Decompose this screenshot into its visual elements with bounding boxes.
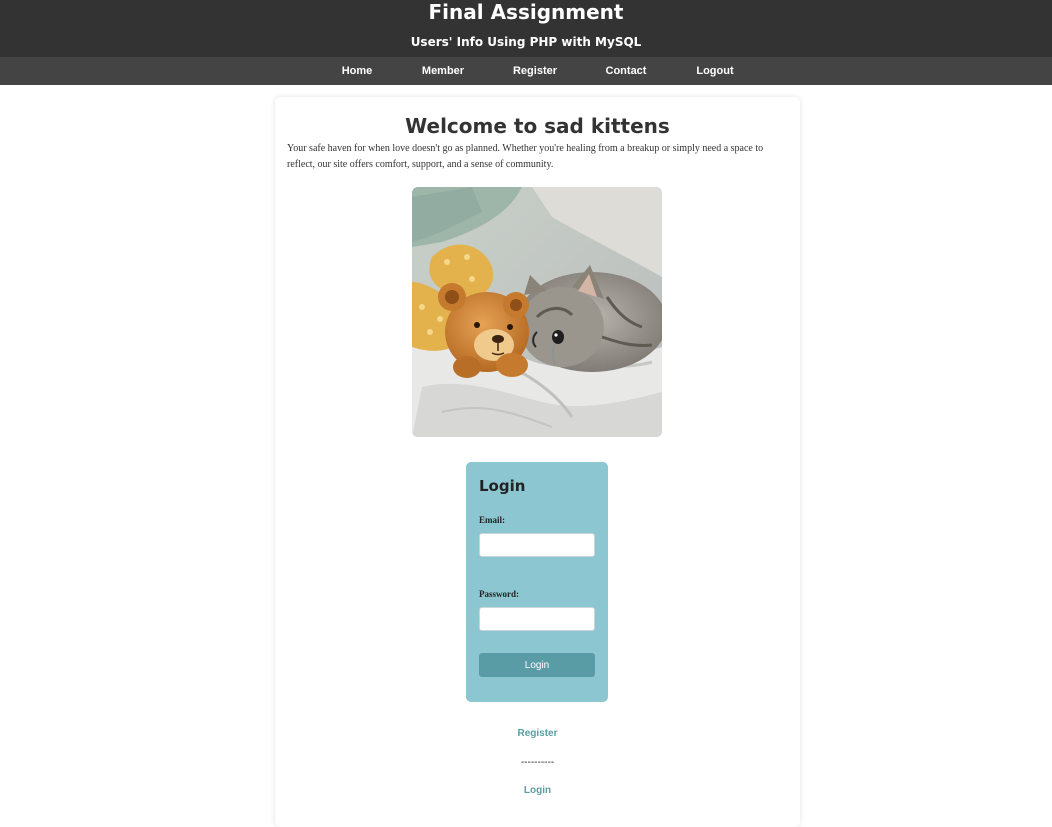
- site-header: Final Assignment Users' Info Using PHP w…: [0, 0, 1052, 57]
- sad-kitten-image: [412, 187, 662, 437]
- password-label: Password:: [479, 589, 519, 599]
- intro-text: Your safe haven for when love doesn't go…: [287, 143, 764, 170]
- email-field[interactable]: [479, 533, 595, 557]
- nav-contact-link[interactable]: Contact: [606, 57, 647, 85]
- nav-logout-link[interactable]: Logout: [696, 57, 733, 85]
- site-subtitle: Users' Info Using PHP with MySQL: [410, 35, 642, 49]
- link-divider: ----------: [520, 757, 555, 768]
- login-form: Login Email: Password: Login: [466, 462, 608, 702]
- nav-register-link[interactable]: Register: [513, 57, 557, 85]
- nav-home-link[interactable]: Home: [342, 57, 373, 85]
- email-label: Email:: [479, 515, 505, 525]
- password-field[interactable]: [479, 607, 595, 631]
- main-nav: Home Member Register Contact Logout: [0, 57, 1052, 85]
- nav-member-link[interactable]: Member: [422, 57, 464, 85]
- register-link[interactable]: Register: [275, 727, 800, 741]
- login-button[interactable]: Login: [479, 653, 595, 677]
- login-heading: Login: [479, 477, 526, 495]
- sad-kitten-illustration: [412, 187, 662, 437]
- login-link[interactable]: Login: [275, 784, 800, 798]
- content-card: Welcome to sad kittens Your safe haven f…: [275, 97, 800, 827]
- page-title: Welcome to sad kittens: [405, 114, 670, 138]
- site-title: Final Assignment: [428, 0, 624, 24]
